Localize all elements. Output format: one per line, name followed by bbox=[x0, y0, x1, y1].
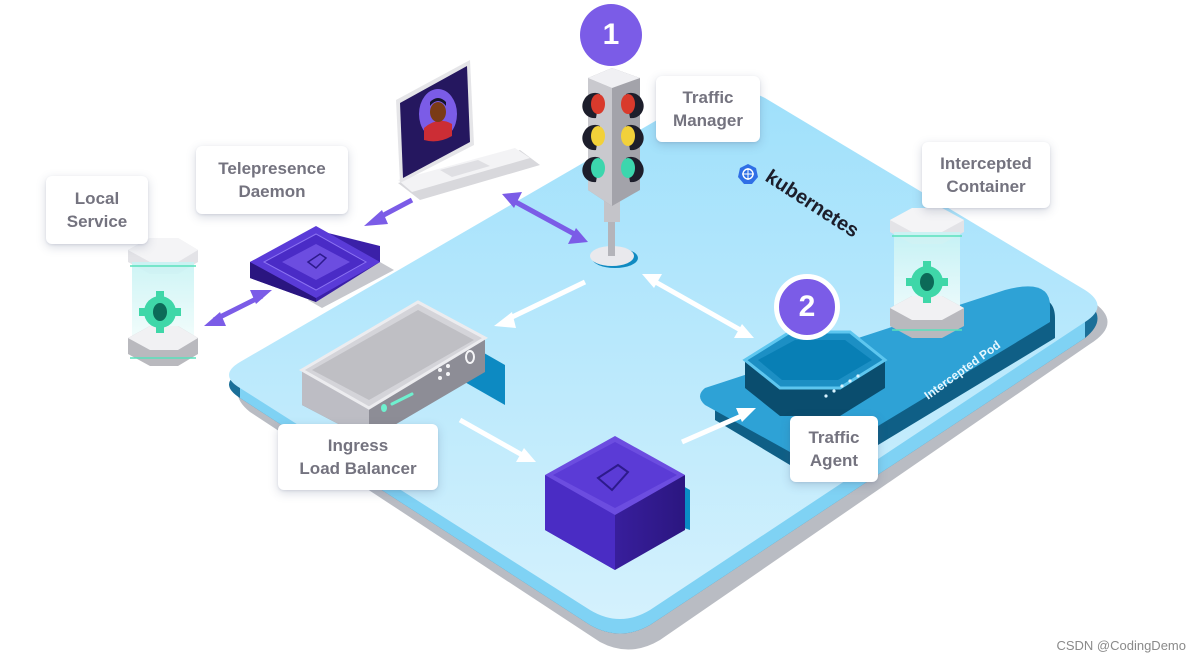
telepresence-architecture-diagram: kubernetes Intercepted Pod 1 2 Traffic M… bbox=[0, 0, 1200, 665]
label-line: Container bbox=[946, 177, 1026, 196]
arrow-laptop-to-daemon bbox=[364, 197, 414, 226]
step-2-badge: 2 bbox=[774, 274, 840, 340]
label-line: Intercepted bbox=[940, 154, 1032, 173]
traffic-manager-label: Traffic Manager bbox=[656, 76, 760, 142]
diagram-canvas: kubernetes Intercepted Pod bbox=[128, 60, 1108, 650]
label-line: Ingress bbox=[327, 436, 389, 455]
label-line: Local bbox=[74, 189, 120, 208]
label-line: Agent bbox=[809, 451, 859, 470]
step-1-badge: 1 bbox=[580, 4, 642, 66]
traffic-agent-label: Traffic Agent bbox=[790, 416, 878, 482]
intercepted-container-label: Intercepted Container bbox=[922, 142, 1050, 208]
watermark: CSDN @CodingDemo bbox=[1056, 638, 1186, 653]
intercepted-container bbox=[890, 208, 964, 338]
label-line: Telepresence bbox=[218, 159, 326, 178]
label-line: Traffic bbox=[808, 428, 860, 447]
ingress-load-balancer-label: Ingress Load Balancer bbox=[278, 424, 438, 490]
label-line: Service bbox=[66, 212, 128, 231]
label-line: Load Balancer bbox=[299, 459, 417, 478]
local-service-container bbox=[128, 238, 198, 366]
telepresence-daemon-label: Telepresence Daemon bbox=[196, 146, 348, 214]
label-line: Manager bbox=[673, 111, 743, 130]
local-service-label: Local Service bbox=[46, 176, 148, 244]
label-line: Traffic bbox=[682, 88, 734, 107]
laptop-device bbox=[396, 60, 540, 200]
label-line: Daemon bbox=[238, 182, 306, 201]
arrow-daemon-local-service bbox=[204, 290, 272, 326]
